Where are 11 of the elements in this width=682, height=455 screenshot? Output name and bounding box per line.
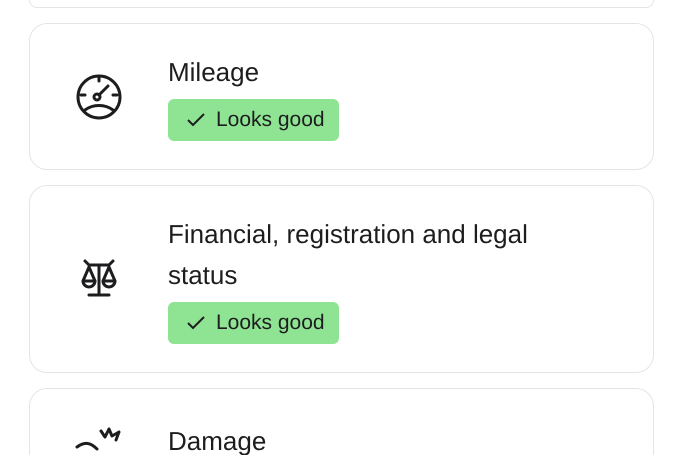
check-icon bbox=[186, 315, 206, 331]
status-label: Looks good bbox=[216, 108, 325, 132]
check-card[interactable]: Financial, registration and legal status Looks good bbox=[29, 185, 654, 373]
check-title: Mileage bbox=[168, 56, 260, 89]
check-title: Financial, registration and legal status bbox=[168, 218, 529, 292]
check-title: Damage bbox=[168, 424, 266, 455]
check-card[interactable]: Damage bbox=[29, 388, 654, 455]
check-card[interactable]: Mileage Looks good bbox=[29, 23, 654, 170]
gauge-icon bbox=[75, 72, 123, 120]
check-icon bbox=[186, 112, 206, 128]
status-label: Looks good bbox=[216, 311, 325, 335]
